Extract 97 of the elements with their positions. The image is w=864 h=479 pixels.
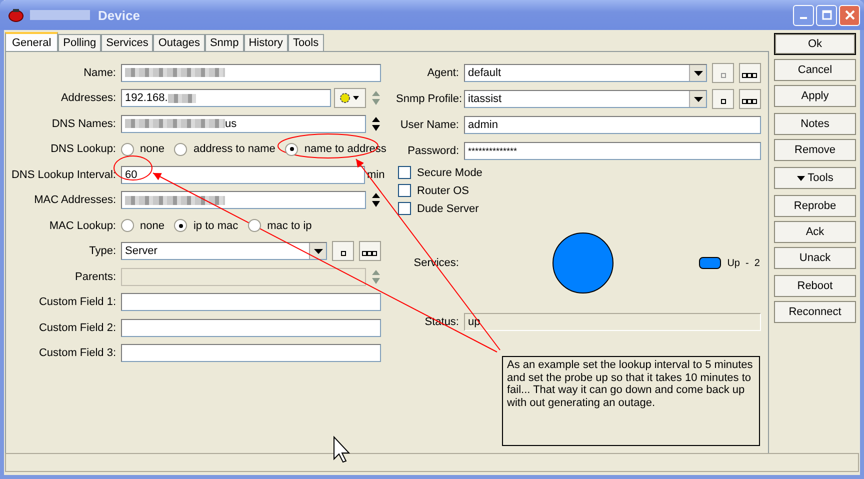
radio-button[interactable] (174, 219, 188, 232)
dropdown[interactable]: default (464, 64, 707, 82)
field-label: Custom Field 1: (38, 296, 116, 308)
gear-menu-button[interactable] (334, 88, 366, 108)
gear-caret-icon (339, 92, 361, 104)
checkbox-label: Router OS (417, 184, 469, 196)
field-label: MAC Addresses: (33, 194, 116, 206)
tab[interactable]: Tools (288, 34, 324, 51)
spin-arrows-icon[interactable] (371, 192, 381, 208)
maximize-icon (822, 10, 832, 20)
mouse-cursor-icon (334, 436, 350, 463)
radio-label: none (140, 220, 164, 232)
input-field[interactable]: 60 (121, 166, 365, 184)
tab[interactable]: Services (101, 34, 154, 51)
caret-icon (314, 248, 322, 254)
field-label: Name: (82, 66, 116, 79)
dialog-button[interactable]: Ack (774, 221, 856, 243)
input-field[interactable] (121, 318, 381, 337)
close-icon (844, 10, 854, 20)
tab[interactable]: General (5, 32, 58, 51)
input-field[interactable] (121, 191, 366, 210)
field-label: DNS Lookup Interval: (10, 168, 116, 181)
input-field[interactable]: admin (464, 116, 761, 134)
window-title: Device (98, 8, 140, 22)
close-button[interactable] (839, 4, 860, 26)
dialog-button[interactable]: Tools (774, 167, 856, 189)
caret-icon (694, 70, 702, 76)
squares-icon (362, 251, 378, 256)
input-field[interactable]: 192.168. (121, 89, 331, 108)
squares-icon (742, 73, 758, 78)
browse-button[interactable] (739, 89, 761, 109)
radio-label: none (140, 143, 164, 156)
add-button[interactable] (332, 241, 354, 262)
input-field[interactable]: us (121, 114, 366, 133)
radio-label: address to name (193, 143, 276, 156)
checkbox[interactable] (398, 202, 411, 215)
radio-label: mac to ip (267, 220, 312, 232)
square-icon (720, 99, 726, 104)
maximize-button[interactable] (816, 4, 837, 26)
field-label: Password: (406, 145, 459, 157)
squares-icon (742, 99, 758, 104)
annotation-note: As an example set the lookup interval to 5 minutes and set the probe up so that it takes 10 minutes to fail... That way it can go down and come back up with out generating an outage. (502, 356, 760, 446)
dialog-button[interactable]: Remove (774, 139, 856, 161)
tab[interactable]: Snmp (204, 34, 244, 51)
field-label: Custom Field 2: (38, 322, 116, 334)
dropdown[interactable]: itassist (464, 90, 707, 108)
field-label: DNS Lookup: (50, 143, 116, 156)
minimize-button[interactable] (793, 4, 814, 26)
dialog-button[interactable]: Notes (774, 113, 856, 135)
input-field[interactable] (121, 344, 381, 362)
password-field[interactable]: ************** (464, 142, 761, 160)
radio-label: ip to mac (193, 220, 238, 232)
minimize-icon (800, 17, 807, 19)
highlight-ellipse (114, 156, 152, 180)
input-field[interactable] (121, 293, 381, 312)
radio-button[interactable] (121, 142, 134, 156)
square-icon (340, 251, 346, 256)
radio-button[interactable] (121, 219, 134, 232)
spin-arrows-icon[interactable] (371, 116, 381, 132)
browse-button[interactable] (359, 241, 381, 262)
radio-button[interactable] (248, 219, 262, 232)
checkbox[interactable] (398, 166, 411, 179)
dialog-button[interactable]: Ok (774, 33, 856, 55)
field-label: Parents: (74, 270, 116, 283)
field-label: User Name: (399, 119, 459, 131)
status-field: up (464, 313, 761, 331)
pie-slice (552, 232, 614, 294)
radio-button[interactable] (285, 142, 298, 156)
app-icon (8, 8, 24, 22)
field-label: DNS Names: (50, 118, 116, 130)
tab[interactable]: Outages (153, 34, 205, 51)
legend-label: Up - 2 (727, 258, 760, 268)
dialog-button[interactable]: Cancel (774, 59, 856, 81)
add-button[interactable] (712, 89, 734, 109)
field-label: Snmp Profile: (396, 93, 459, 105)
browse-button[interactable] (739, 63, 761, 83)
blurred-text (30, 10, 90, 20)
dialog-button[interactable]: Apply (774, 85, 856, 107)
input-field[interactable] (121, 64, 381, 82)
dialog-button[interactable]: Reprobe (774, 195, 856, 217)
dialog-button[interactable]: Reboot (774, 275, 856, 297)
field-label: Type: (88, 245, 116, 258)
field-label: MAC Lookup: (48, 220, 116, 232)
dropdown[interactable]: Server (121, 242, 327, 260)
radio-button[interactable] (174, 142, 188, 156)
field-label: Custom Field 3: (38, 347, 116, 360)
dialog-button[interactable]: Unack (774, 247, 856, 269)
field-label: Agent: (426, 67, 459, 79)
dialog-button[interactable]: Reconnect (774, 301, 856, 323)
checkbox-label: Secure Mode (417, 166, 482, 178)
tab[interactable]: Polling (58, 34, 102, 51)
caret-icon (694, 96, 702, 102)
square-icon (720, 73, 726, 78)
checkbox[interactable] (398, 184, 411, 197)
field-label: Addresses: (60, 92, 116, 104)
tab[interactable]: History (244, 34, 288, 51)
checkbox-label: Dude Server (417, 202, 479, 214)
